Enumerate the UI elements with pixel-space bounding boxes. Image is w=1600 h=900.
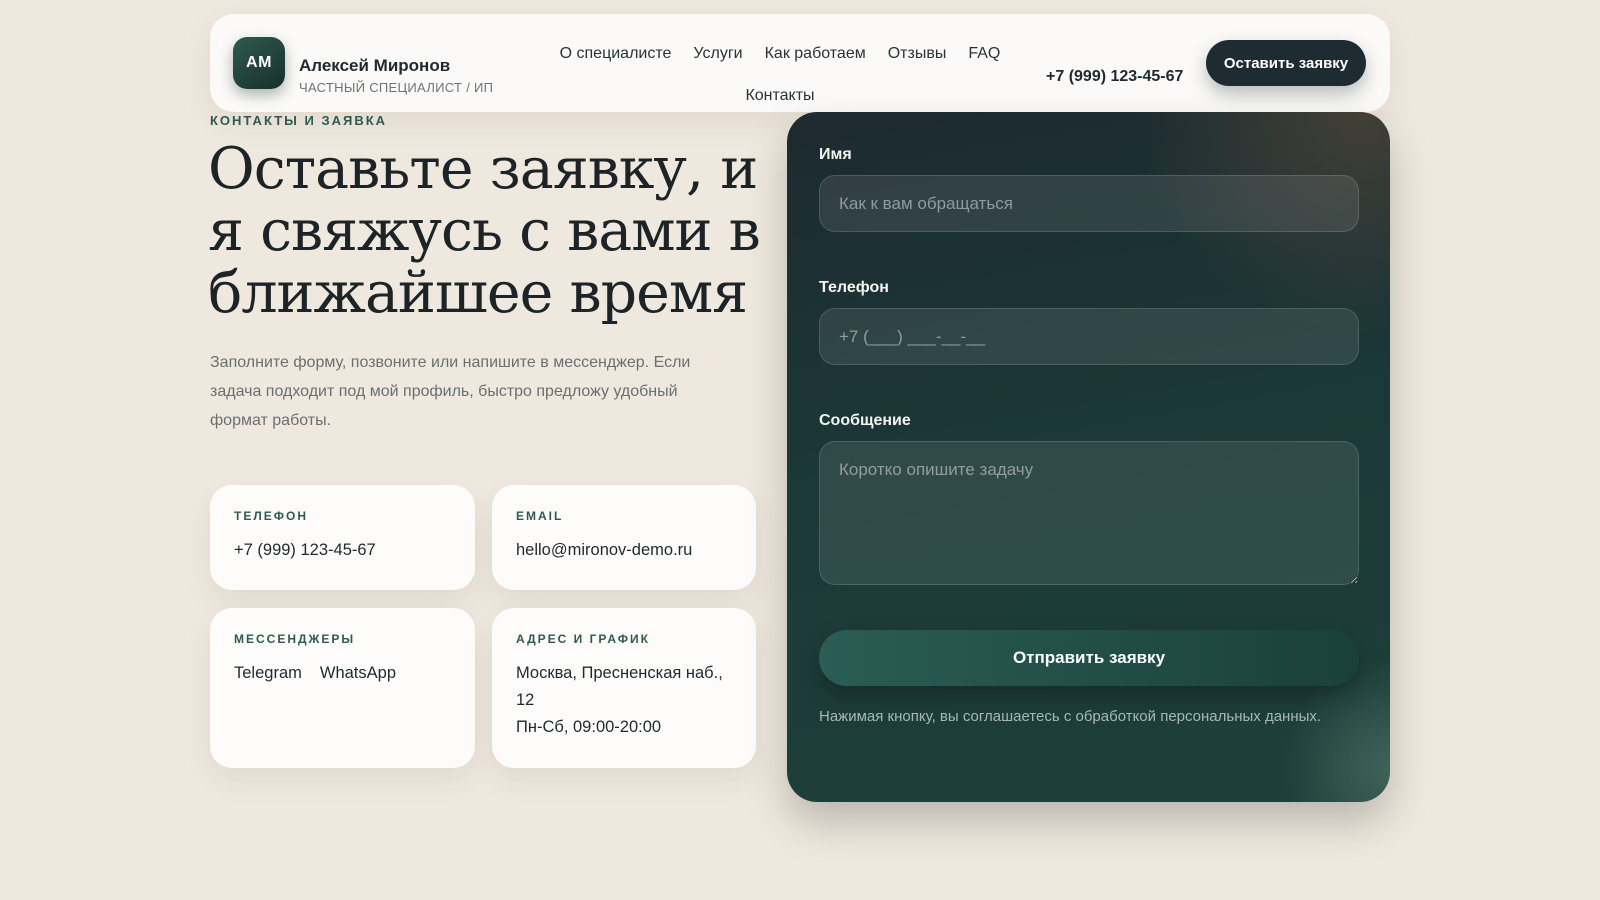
main-nav: О специалисте Услуги Как работаем Отзывы… xyxy=(540,44,1020,106)
message-textarea[interactable] xyxy=(819,441,1359,585)
section-eyebrow: КОНТАКТЫ И ЗАЯВКА xyxy=(210,113,388,128)
contact-card-phone: ТЕЛЕФОН +7 (999) 123-45-67 xyxy=(210,485,475,590)
card-label: EMAIL xyxy=(516,509,564,523)
message-label: Сообщение xyxy=(819,412,911,429)
lead-text: Заполните форму, позвоните или напишите … xyxy=(210,354,691,429)
contact-card-address: АДРЕС И ГРАФИК Москва, Пресненская наб.,… xyxy=(492,608,756,768)
logo-badge[interactable]: АМ xyxy=(233,37,285,89)
page-title: Оставьте заявку, и я свяжусь с вами в бл… xyxy=(208,136,761,326)
card-label: ТЕЛЕФОН xyxy=(234,509,308,523)
nav-item-about[interactable]: О специалисте xyxy=(560,44,672,64)
phone-input[interactable] xyxy=(819,308,1359,365)
header-phone-link[interactable]: +7 (999) 123-45-67 xyxy=(1046,68,1183,86)
brand-name[interactable]: Алексей Миронов xyxy=(299,56,450,76)
card-label: АДРЕС И ГРАФИК xyxy=(516,632,650,646)
nav-item-contacts[interactable]: Контакты xyxy=(745,86,814,106)
submit-button[interactable]: Отправить заявку xyxy=(819,630,1359,686)
address-text: Москва, Пресненская наб., 12 xyxy=(516,664,723,709)
email-link[interactable]: hello@mironov-demo.ru xyxy=(516,537,732,564)
nav-item-reviews[interactable]: Отзывы xyxy=(888,44,947,64)
phone-link[interactable]: +7 (999) 123-45-67 xyxy=(234,537,451,564)
hours-text: Пн-Сб, 09:00-20:00 xyxy=(516,718,662,736)
name-label: Имя xyxy=(819,146,852,163)
header-request-button[interactable]: Оставить заявку xyxy=(1206,40,1366,86)
contact-card-email: EMAIL hello@mironov-demo.ru xyxy=(492,485,756,590)
site-header: АМ Алексей Миронов ЧАСТНЫЙ СПЕЦИАЛИСТ / … xyxy=(210,14,1390,112)
brand-subtitle: ЧАСТНЫЙ СПЕЦИАЛИСТ / ИП xyxy=(299,80,494,95)
card-label: МЕССЕНДЖЕРЫ xyxy=(234,632,356,646)
nav-item-services[interactable]: Услуги xyxy=(693,44,742,64)
request-form: Имя Телефон Сообщение Отправить заявку Н… xyxy=(787,112,1390,802)
telegram-link[interactable]: Telegram xyxy=(234,660,302,687)
name-input[interactable] xyxy=(819,175,1359,232)
contact-card-messengers: МЕССЕНДЖЕРЫ Telegram WhatsApp xyxy=(210,608,475,768)
consent-text: Нажимая кнопку, вы соглашаетесь с обрабо… xyxy=(819,708,1322,725)
nav-item-process[interactable]: Как работаем xyxy=(765,44,866,64)
phone-label: Телефон xyxy=(819,279,889,296)
whatsapp-link[interactable]: WhatsApp xyxy=(320,660,396,687)
nav-item-faq[interactable]: FAQ xyxy=(968,44,1000,64)
